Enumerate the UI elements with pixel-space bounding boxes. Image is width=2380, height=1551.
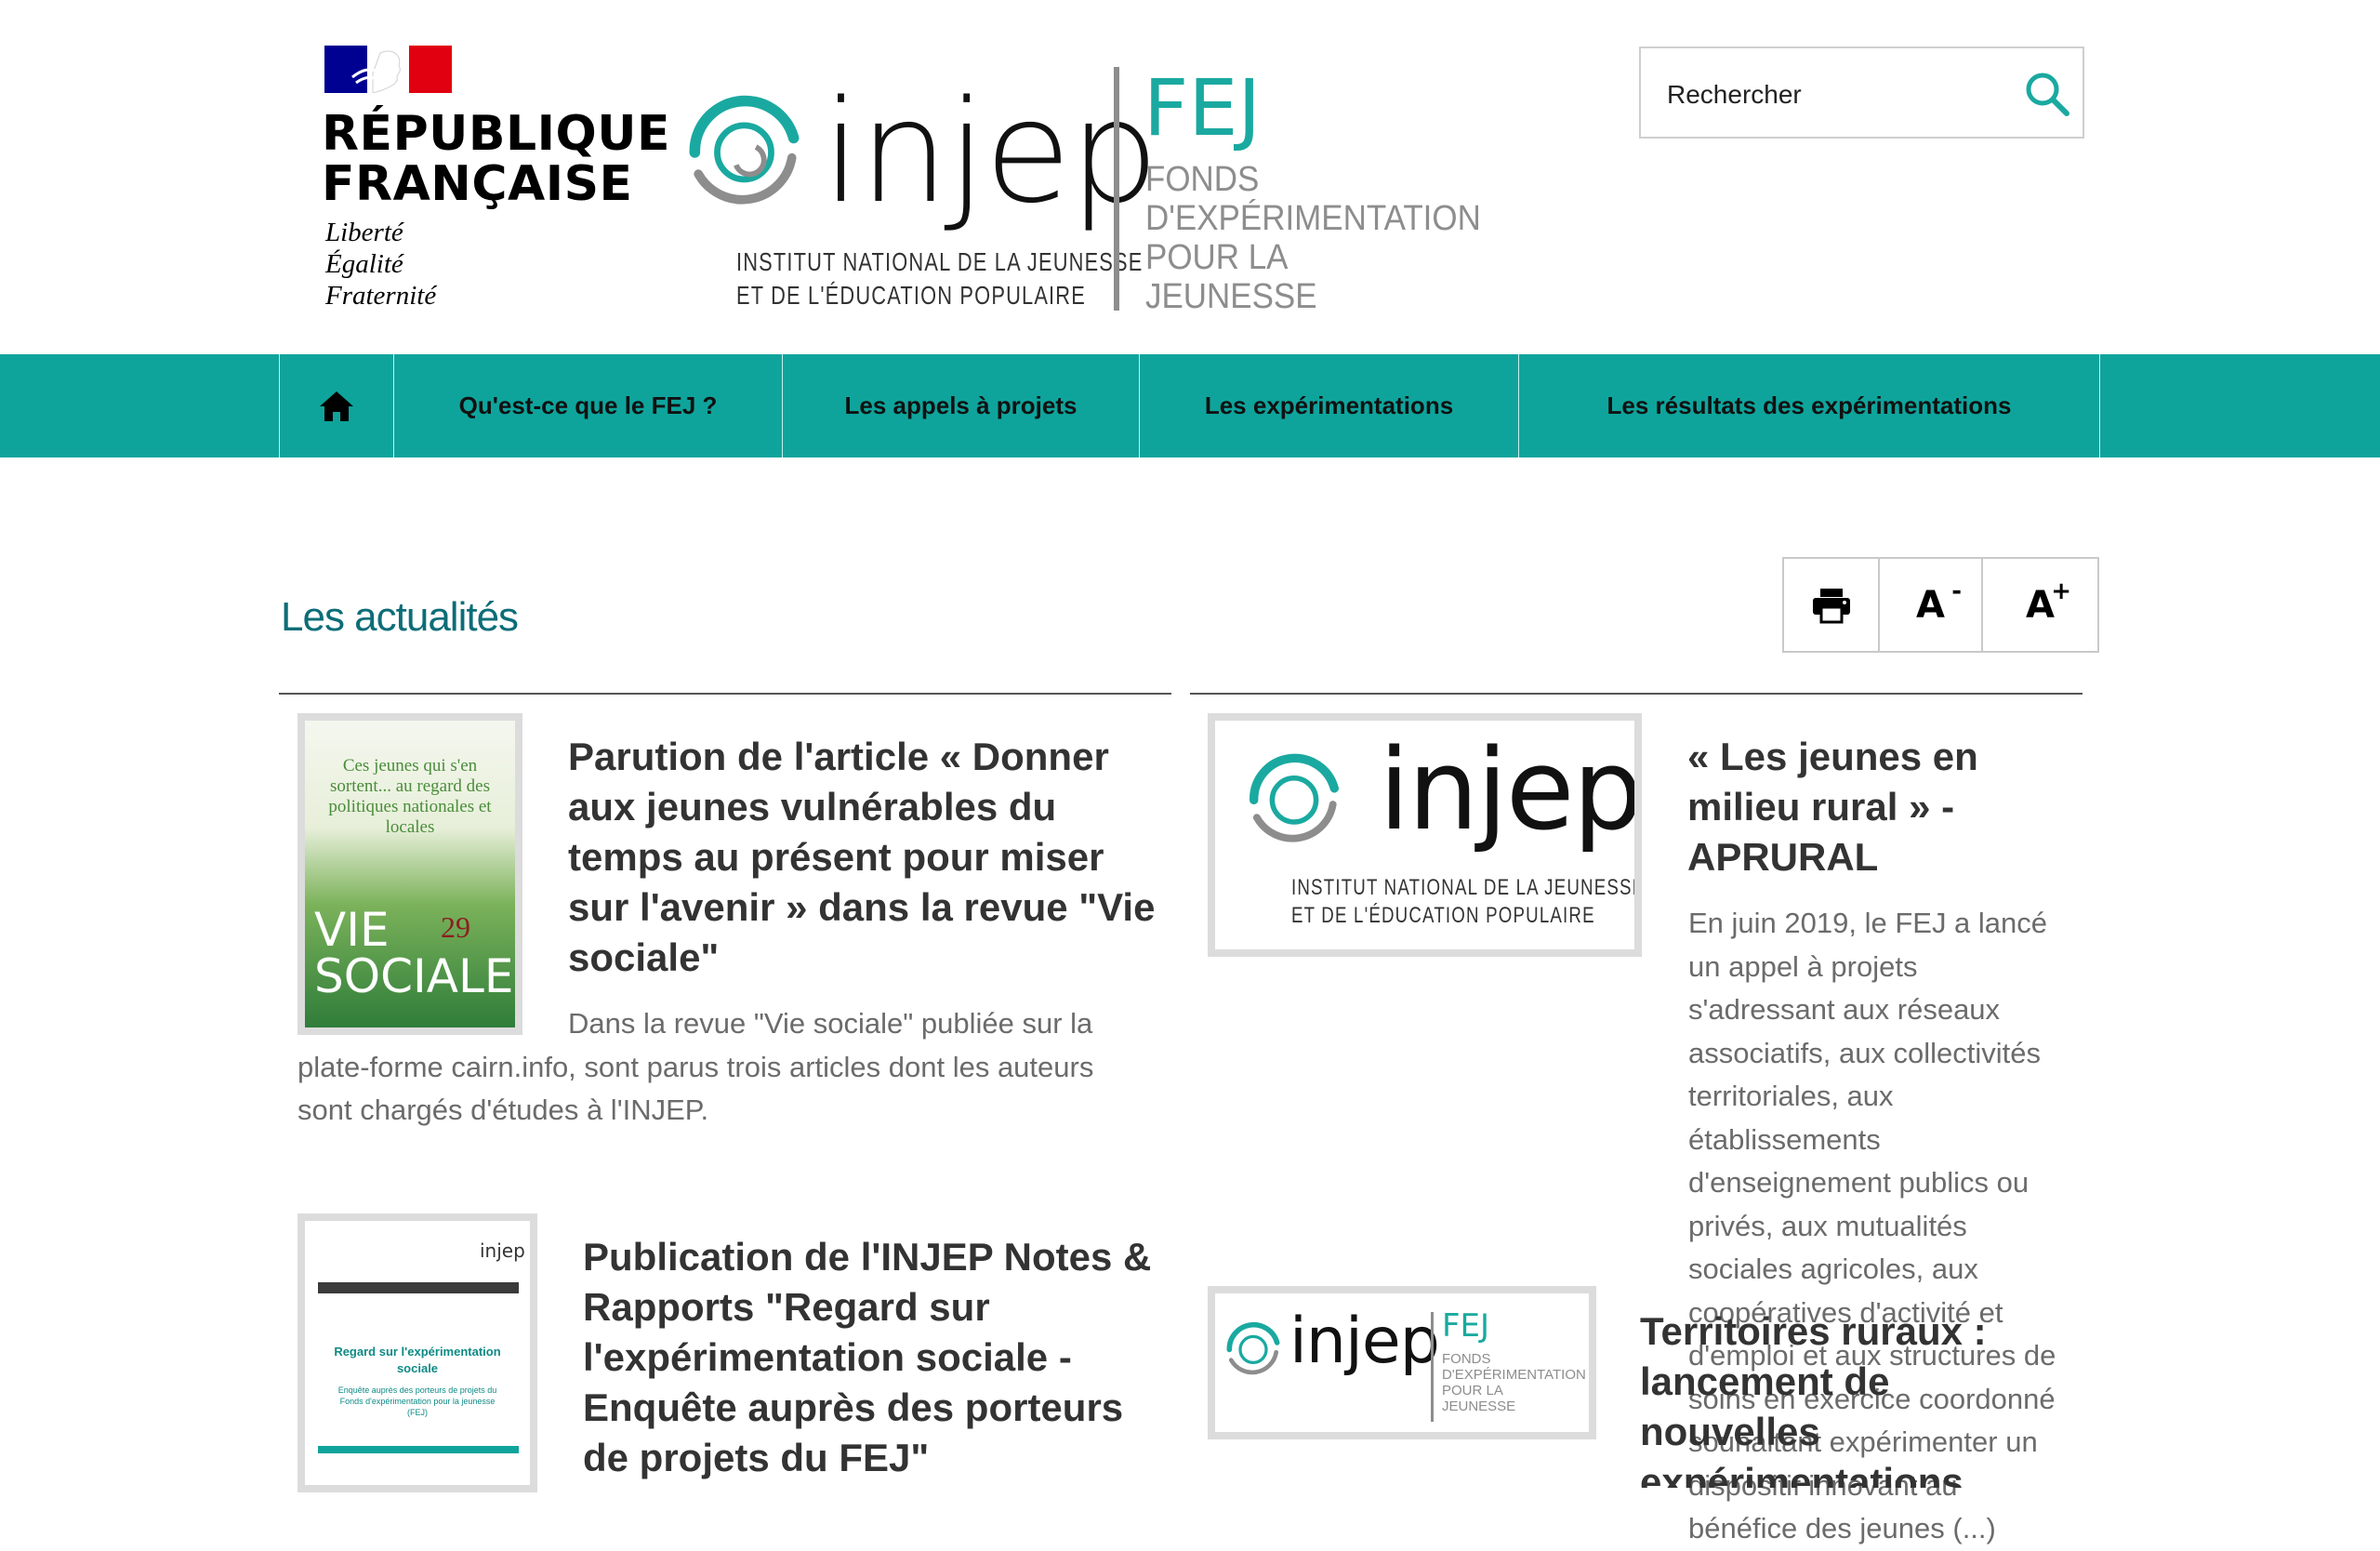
page-title: Les actualités xyxy=(281,594,519,640)
fej-line-jeunesse: JEUNESSE xyxy=(1145,277,1317,316)
thumbnail-injep-wordmark: injep xyxy=(1379,726,1642,855)
report-heading: Regard sur l'expérimentation sociale xyxy=(334,1345,501,1375)
vie-sociale-word1: VIE xyxy=(314,903,390,957)
injep-wordmark: injep xyxy=(822,70,1159,234)
motto-fraternite: Fraternité xyxy=(325,281,437,311)
motto-liberte: Liberté xyxy=(325,218,403,247)
print-button[interactable] xyxy=(1784,559,1878,651)
injep-subtitle-line1: INSTITUT NATIONAL DE LA JEUNESSE xyxy=(736,247,1144,276)
report-subheading: Enquête auprès des porteurs de projets d… xyxy=(337,1385,497,1417)
search-input[interactable] xyxy=(1667,74,2002,115)
article-excerpt: Dans la revue "Vie sociale" publiée sur … xyxy=(298,1002,1134,1133)
fej-divider xyxy=(1114,67,1119,311)
search-icon xyxy=(2026,73,2069,116)
thumbnail-fej-line-4: JEUNESSE xyxy=(1442,1399,1516,1414)
main-navigation: Qu'est-ce que le FEJ ? Les appels à proj… xyxy=(0,354,2380,457)
thumbnail-injep-wordmark: injep xyxy=(1289,1305,1440,1378)
thumbnail-fej-lines: FONDS D'EXPÉRIMENTATION POUR LA JEUNESSE xyxy=(1442,1351,1586,1414)
printer-icon xyxy=(1812,588,1850,623)
article-title[interactable]: Publication de l'INJEP Notes & Rapports … xyxy=(583,1232,1169,1483)
article-thumbnail-notes-rapports[interactable]: injep Regard sur l'expérimentation socia… xyxy=(298,1213,537,1492)
article-title[interactable]: Parution de l'article « Donner aux jeune… xyxy=(568,732,1163,983)
increase-font-button[interactable]: A + xyxy=(1983,559,2097,651)
nav-item-appels-a-projets[interactable]: Les appels à projets xyxy=(782,354,1139,457)
injep-swirl-icon xyxy=(689,95,800,205)
motto-egalite: Égalité xyxy=(325,249,403,279)
injep-subtitle-line2: ET DE L'ÉDUCATION POPULAIRE xyxy=(736,281,1086,310)
injep-swirl-icon xyxy=(1226,1321,1280,1375)
article-thumbnail-vie-sociale[interactable]: Ces jeunes qui s'en sortent... au regard… xyxy=(298,713,522,1035)
left-column-rule xyxy=(279,693,1171,695)
thumbnail-fej-line-3: POUR LA xyxy=(1442,1383,1503,1399)
vie-sociale-issue: 29 xyxy=(441,910,470,944)
increase-font-symbol: + xyxy=(2051,577,2071,605)
nav-home[interactable] xyxy=(279,354,393,457)
thumbnail-fej-divider xyxy=(1431,1312,1434,1422)
fej-line-pour-la: POUR LA xyxy=(1145,238,1289,277)
republique-label: RÉPUBLIQUE xyxy=(322,106,670,162)
injep-logo[interactable]: injep INSTITUT NATIONAL DE LA JEUNESSE E… xyxy=(677,56,1159,325)
injep-swirl-icon xyxy=(1250,753,1339,842)
report-brand: injep xyxy=(480,1239,525,1262)
republique-francaise-logo[interactable]: RÉPUBLIQUE FRANÇAISE Liberté Égalité Fra… xyxy=(322,43,669,317)
thumbnail-fej-line-1: FONDS xyxy=(1442,1351,1491,1367)
nav-item-experimentations[interactable]: Les expérimentations xyxy=(1139,354,1518,457)
francaise-label: FRANÇAISE xyxy=(322,156,633,212)
thumbnail-fej-title: FEJ xyxy=(1442,1307,1490,1345)
search-button[interactable] xyxy=(2020,67,2074,121)
report-footer-bar xyxy=(318,1446,519,1453)
search-box xyxy=(1639,46,2084,139)
fej-logo[interactable]: FEJ FONDS D'EXPÉRIMENTATION POUR LA JEUN… xyxy=(1112,62,1481,316)
thumbnail-fej-line-2: D'EXPÉRIMENTATION xyxy=(1442,1367,1586,1383)
right-column-rule xyxy=(1190,693,2082,695)
nav-item-fej[interactable]: Qu'est-ce que le FEJ ? xyxy=(393,354,782,457)
vie-sociale-word2: SOCIALE xyxy=(314,949,514,1003)
vie-sociale-kicker: Ces jeunes qui s'en sortent... au regard… xyxy=(328,756,492,837)
home-icon xyxy=(320,391,353,421)
fej-line-experimentation: D'EXPÉRIMENTATION xyxy=(1145,199,1481,238)
decrease-font-icon: A- xyxy=(1916,579,1962,627)
article-title[interactable]: « Les jeunes en milieu rural » - APRURAL xyxy=(1687,732,2059,882)
nav-item-resultats[interactable]: Les résultats des expérimentations xyxy=(1518,354,2100,457)
thumbnail-injep-subtitle-line1: INSTITUT NATIONAL DE LA JEUNESSE xyxy=(1291,875,1642,900)
page-tools: A- A + xyxy=(1782,557,2099,653)
marianne-flag-icon xyxy=(324,46,452,93)
decrease-font-letter: A xyxy=(1916,583,1945,627)
article-excerpt-text: Dans la revue "Vie sociale" publiée sur … xyxy=(298,1007,1094,1126)
decrease-font-symbol: - xyxy=(1951,577,1962,605)
decrease-font-button[interactable]: A- xyxy=(1880,559,1981,651)
fej-title: FEJ xyxy=(1144,62,1262,153)
fej-line-fonds: FONDS xyxy=(1145,160,1260,199)
article-title[interactable]: Territoires ruraux : lancement de nouvel… xyxy=(1640,1306,2030,1488)
report-header-bar xyxy=(318,1282,519,1293)
article-thumbnail-injep-fej[interactable]: injep FEJ FONDS D'EXPÉRIMENTATION POUR L… xyxy=(1208,1286,1596,1439)
increase-font-icon: A + xyxy=(2026,579,2071,624)
